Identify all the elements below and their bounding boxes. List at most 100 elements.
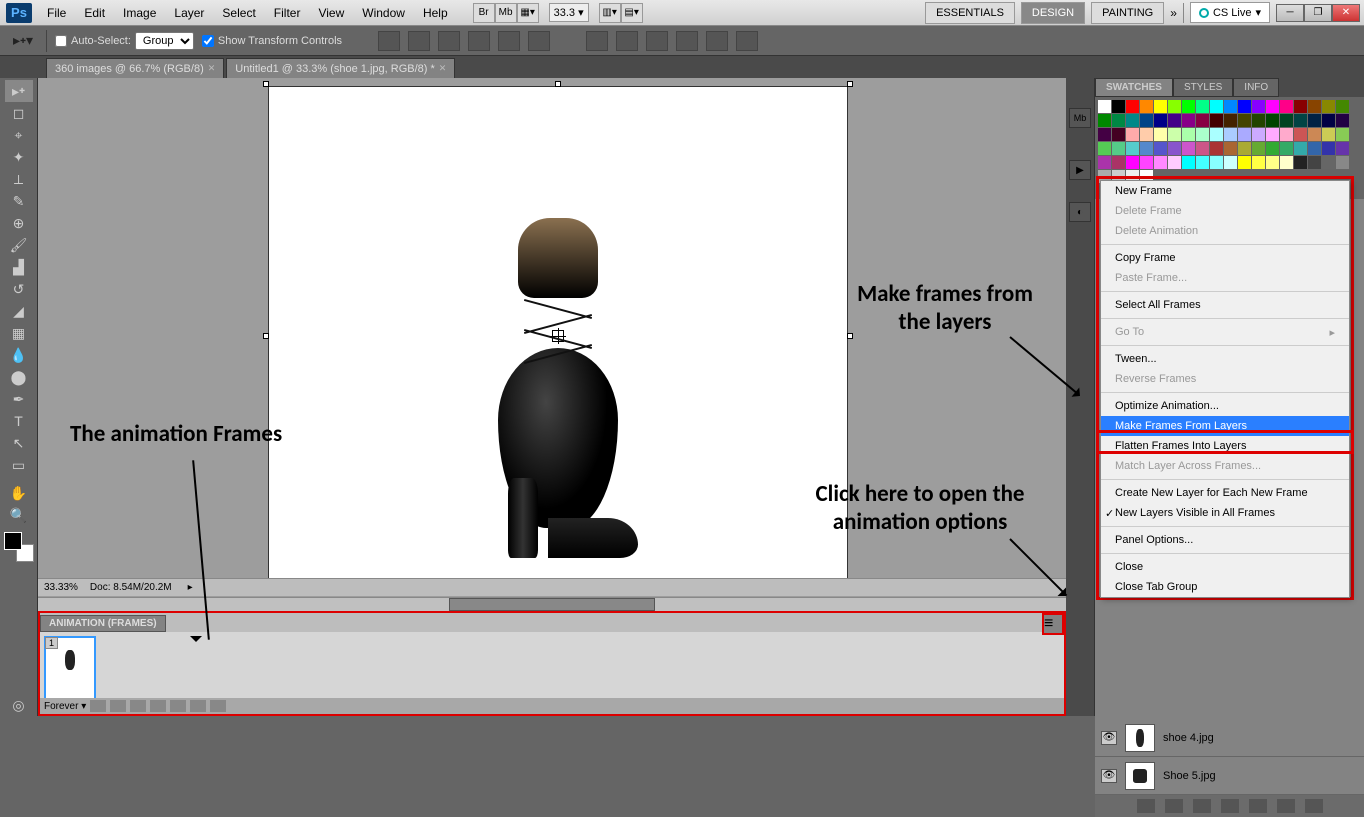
- swatch[interactable]: [1252, 114, 1265, 127]
- swatch[interactable]: [1112, 114, 1125, 127]
- swatch[interactable]: [1154, 156, 1167, 169]
- swatch[interactable]: [1140, 100, 1153, 113]
- menu-file[interactable]: File: [38, 2, 75, 24]
- align-icon[interactable]: [408, 31, 430, 51]
- panel-collapsed-icon[interactable]: ◐: [1069, 202, 1091, 222]
- menu-item[interactable]: New Frame: [1101, 181, 1349, 201]
- swatch[interactable]: [1154, 128, 1167, 141]
- swatch[interactable]: [1126, 156, 1139, 169]
- distribute-icon[interactable]: [736, 31, 758, 51]
- swatch[interactable]: [1168, 128, 1181, 141]
- swatch[interactable]: [1126, 100, 1139, 113]
- pen-tool[interactable]: ✒: [5, 388, 33, 410]
- menu-layer[interactable]: Layer: [165, 2, 213, 24]
- layer-row[interactable]: 👁 Shoe 5.jpg: [1095, 757, 1364, 795]
- swatch[interactable]: [1252, 100, 1265, 113]
- swatch[interactable]: [1238, 156, 1251, 169]
- info-tab[interactable]: INFO: [1233, 78, 1279, 97]
- swatch[interactable]: [1140, 128, 1153, 141]
- loop-dropdown[interactable]: Forever ▾: [44, 701, 86, 712]
- align-icon[interactable]: [378, 31, 400, 51]
- swatch[interactable]: [1294, 114, 1307, 127]
- swatch[interactable]: [1280, 128, 1293, 141]
- swatch[interactable]: [1308, 100, 1321, 113]
- swatch[interactable]: [1224, 156, 1237, 169]
- swatch[interactable]: [1112, 142, 1125, 155]
- document-tab[interactable]: 360 images @ 66.7% (RGB/8)✕: [46, 58, 224, 78]
- swatch[interactable]: [1168, 142, 1181, 155]
- swatch[interactable]: [1196, 100, 1209, 113]
- distribute-icon[interactable]: [706, 31, 728, 51]
- zoom-dropdown[interactable]: 33.3 ▾: [549, 3, 589, 22]
- close-icon[interactable]: ✕: [208, 63, 216, 74]
- swatch[interactable]: [1336, 100, 1349, 113]
- swatch[interactable]: [1252, 128, 1265, 141]
- horizontal-scrollbar[interactable]: [38, 597, 1066, 611]
- menu-item[interactable]: New Layers Visible in All Frames: [1101, 503, 1349, 523]
- swatch[interactable]: [1252, 156, 1265, 169]
- group-icon[interactable]: [1249, 799, 1267, 813]
- styles-tab[interactable]: STYLES: [1173, 78, 1233, 97]
- swatch[interactable]: [1210, 142, 1223, 155]
- swatch[interactable]: [1322, 142, 1335, 155]
- path-tool[interactable]: ↖: [5, 432, 33, 454]
- lasso-tool[interactable]: ⌖: [5, 124, 33, 146]
- swatch[interactable]: [1224, 142, 1237, 155]
- swatch[interactable]: [1308, 114, 1321, 127]
- new-layer-icon[interactable]: [1277, 799, 1295, 813]
- menu-help[interactable]: Help: [414, 2, 457, 24]
- menu-item[interactable]: Make Frames From Layers: [1101, 416, 1349, 436]
- swatch[interactable]: [1238, 142, 1251, 155]
- layer-thumbnail[interactable]: [1125, 762, 1155, 790]
- swatch[interactable]: [1196, 142, 1209, 155]
- swatch[interactable]: [1266, 142, 1279, 155]
- swatch[interactable]: [1294, 128, 1307, 141]
- blur-tool[interactable]: 💧: [5, 344, 33, 366]
- zoom-tool[interactable]: 🔍: [5, 504, 33, 526]
- swatch[interactable]: [1294, 142, 1307, 155]
- delete-layer-icon[interactable]: [1305, 799, 1323, 813]
- new-frame-button[interactable]: [190, 700, 206, 712]
- stamp-tool[interactable]: ▟: [5, 256, 33, 278]
- menu-view[interactable]: View: [309, 2, 353, 24]
- workspace-design[interactable]: DESIGN: [1021, 2, 1085, 24]
- swatch[interactable]: [1252, 142, 1265, 155]
- eyedropper-tool[interactable]: ✎: [5, 190, 33, 212]
- animation-frame[interactable]: 1 0 sec.: [44, 636, 96, 700]
- menu-select[interactable]: Select: [213, 2, 264, 24]
- swatch[interactable]: [1336, 142, 1349, 155]
- swatch[interactable]: [1098, 100, 1111, 113]
- swatch[interactable]: [1210, 114, 1223, 127]
- next-frame-button[interactable]: [150, 700, 166, 712]
- align-icon[interactable]: [528, 31, 550, 51]
- swatch[interactable]: [1182, 100, 1195, 113]
- distribute-icon[interactable]: [586, 31, 608, 51]
- swatch[interactable]: [1182, 142, 1195, 155]
- extras-icon[interactable]: ▤▾: [621, 3, 643, 23]
- swatch[interactable]: [1168, 100, 1181, 113]
- swatch[interactable]: [1238, 100, 1251, 113]
- swatch[interactable]: [1126, 142, 1139, 155]
- swatch[interactable]: [1098, 156, 1111, 169]
- menu-item[interactable]: Tween...: [1101, 349, 1349, 369]
- arrange-icon[interactable]: ▥▾: [599, 3, 621, 23]
- workspace-painting[interactable]: PAINTING: [1091, 2, 1164, 24]
- cslive-button[interactable]: CS Live ▾: [1190, 2, 1270, 23]
- swatch[interactable]: [1168, 156, 1181, 169]
- crop-tool[interactable]: ⟂: [5, 168, 33, 190]
- swatch[interactable]: [1280, 142, 1293, 155]
- swatches-grid[interactable]: [1095, 97, 1364, 185]
- canvas-area[interactable]: 33.33% Doc: 8.54M/20.2M ▸ ANIMATION (FRA…: [38, 78, 1066, 716]
- first-frame-button[interactable]: [90, 700, 106, 712]
- swatch[interactable]: [1266, 114, 1279, 127]
- swatch[interactable]: [1322, 156, 1335, 169]
- swatch[interactable]: [1154, 100, 1167, 113]
- swatch[interactable]: [1126, 114, 1139, 127]
- panel-collapsed-icon[interactable]: ▶: [1069, 160, 1091, 180]
- menu-item[interactable]: Panel Options...: [1101, 530, 1349, 550]
- swatches-tab[interactable]: SWATCHES: [1095, 78, 1173, 97]
- swatch[interactable]: [1140, 114, 1153, 127]
- menu-item[interactable]: Flatten Frames Into Layers: [1101, 436, 1349, 456]
- swatch[interactable]: [1196, 128, 1209, 141]
- hand-tool[interactable]: ✋: [5, 482, 33, 504]
